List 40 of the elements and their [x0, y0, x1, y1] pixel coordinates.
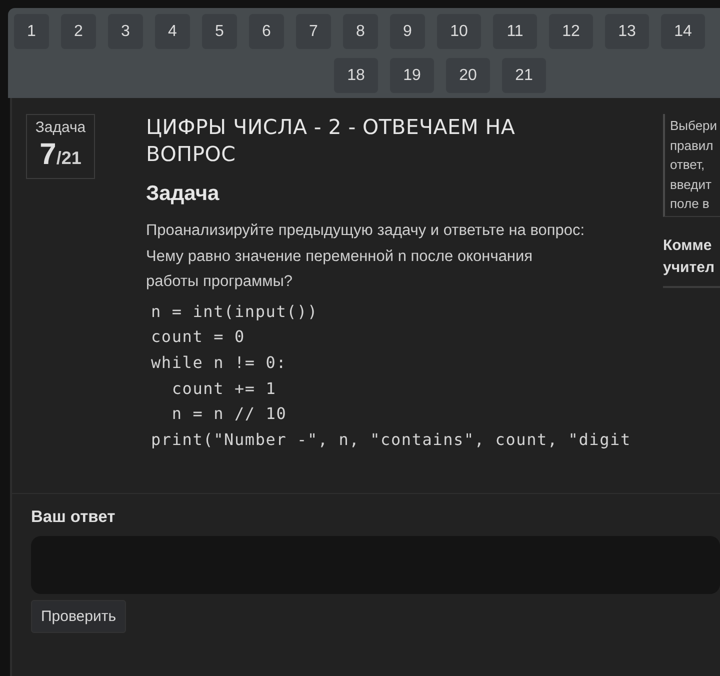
task-number-button[interactable]: 8 — [343, 14, 378, 49]
comments-heading: Комме — [663, 236, 712, 256]
task-number-button[interactable]: 3 — [108, 14, 143, 49]
task-number-button[interactable]: 2 — [61, 14, 96, 49]
check-button[interactable]: Проверить — [31, 600, 126, 633]
comments-heading: учител — [663, 258, 714, 278]
task-number-button[interactable]: 9 — [390, 14, 425, 49]
task-title: ЦИФРЫ ЧИСЛА - 2 - ОТВЕЧАЕМ НА ВОПРОС — [146, 114, 516, 168]
task-number-button[interactable]: 7 — [296, 14, 331, 49]
task-number-button[interactable]: 6 — [249, 14, 284, 49]
task-number-button[interactable]: 4 — [155, 14, 190, 49]
hint-text: Выбери — [670, 117, 718, 135]
answer-label: Ваш ответ — [31, 508, 116, 527]
task-label: Задача — [34, 119, 87, 136]
code-line: n = int(input()) — [151, 300, 318, 322]
code-line: n = n // 10 — [170, 403, 287, 426]
code-line: while n != 0: — [151, 352, 287, 374]
hint-text: ответ, — [670, 156, 705, 174]
section-heading: Задача — [146, 182, 220, 206]
task-number-button[interactable]: 5 — [202, 14, 237, 49]
hint-text: правил — [670, 136, 714, 155]
task-number: 7 — [40, 138, 56, 171]
task-number-button[interactable]: 12 — [549, 14, 593, 49]
task-number-button[interactable]: 10 — [437, 14, 481, 49]
task-text: Проанализируйте предыдущую задачу и ответьте на вопрос: — [146, 221, 586, 241]
task-total: /21 — [56, 148, 82, 168]
task-number-button[interactable]: 19 — [390, 58, 434, 93]
task-text: Чему равно значение переменной n после окончания работы программы? — [146, 246, 534, 292]
task-number-button[interactable]: 1 — [14, 14, 49, 49]
task-number-button[interactable]: 18 — [334, 58, 378, 93]
code-line: count = 0 — [151, 326, 245, 348]
task-number-button[interactable]: 20 — [446, 58, 490, 93]
task-number-button[interactable]: 14 — [661, 14, 705, 49]
code-line: print("Number -", n, "contains", count, "digit — [151, 429, 631, 452]
hint-text: поле в — [670, 195, 710, 213]
task-number-button[interactable]: 11 — [493, 14, 537, 49]
task-number-button[interactable]: 13 — [605, 14, 649, 49]
hint-text: введит — [670, 176, 712, 194]
task-number-button[interactable]: 21 — [502, 58, 546, 93]
code-line: count += 1 — [170, 378, 276, 400]
